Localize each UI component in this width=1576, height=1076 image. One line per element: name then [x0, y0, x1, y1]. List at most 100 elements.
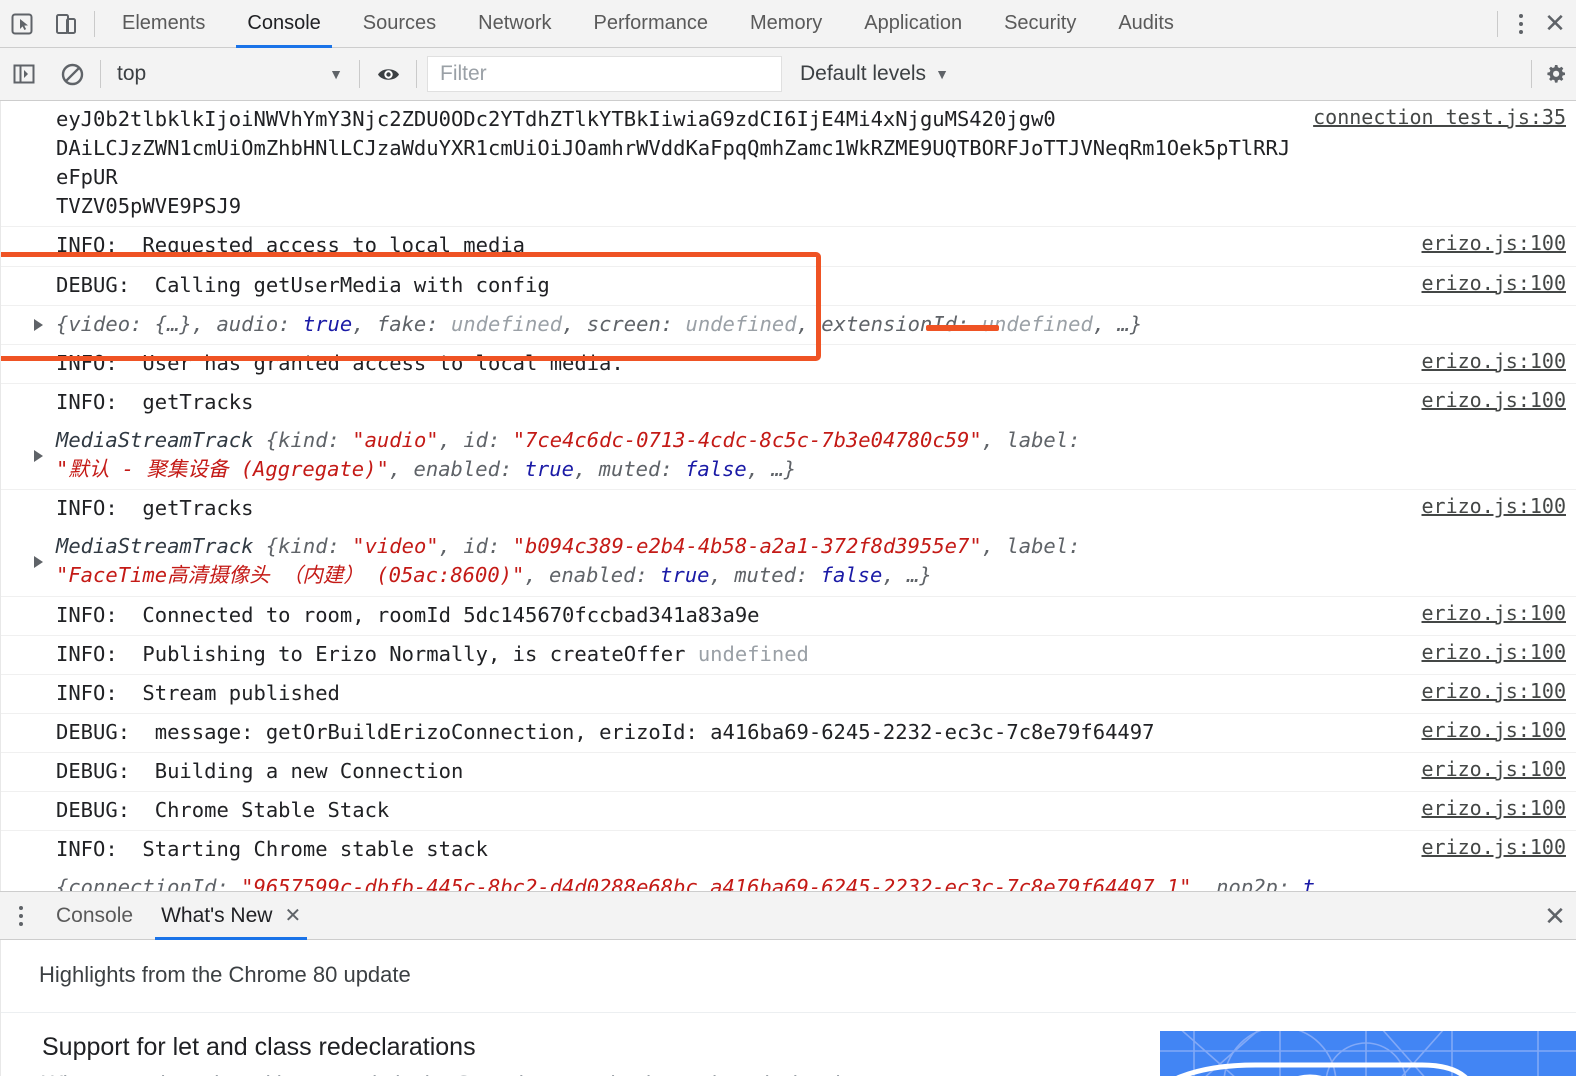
tab-application-label: Application: [864, 12, 963, 34]
message-source-link[interactable]: erizo.js:100: [1408, 640, 1576, 664]
tab-network[interactable]: Network: [457, 0, 572, 48]
console-message-row[interactable]: INFO: Publishing to Erizo Normally, is c…: [1, 636, 1576, 675]
console-message-text: INFO: Stream published: [1, 679, 1408, 708]
message-source-link[interactable]: erizo.js:100: [1408, 349, 1576, 373]
tab-elements[interactable]: Elements: [101, 0, 226, 48]
message-level: INFO:: [56, 233, 118, 258]
object-class-name: MediaStreamTrack: [56, 534, 254, 559]
console-object-row[interactable]: {video: {…}, audio: true, fake: undefine…: [1, 306, 1576, 345]
message-source-link[interactable]: erizo.js:100: [1408, 835, 1576, 859]
close-drawer-icon[interactable]: ✕: [1538, 892, 1572, 940]
message-content: User has granted access to local media.: [142, 350, 624, 375]
filter-placeholder: Filter: [440, 62, 487, 85]
tab-audits[interactable]: Audits: [1097, 0, 1195, 48]
console-message-area[interactable]: eyJ0b2tlbklkIjoiNWVhYmY3Njc2ZDU0ODc2YTdh…: [0, 101, 1576, 891]
message-content: Building a new Connection: [154, 758, 464, 783]
devtools-tabbar: Elements Console Sources Network Perform…: [0, 0, 1576, 48]
devtools-window: Elements Console Sources Network Perform…: [0, 0, 1576, 1076]
tab-performance[interactable]: Performance: [573, 0, 730, 48]
drawer-tab-console-label: Console: [56, 903, 134, 927]
tab-application[interactable]: Application: [843, 0, 983, 48]
clear-console-icon[interactable]: [48, 48, 96, 101]
console-message-row[interactable]: DEBUG: Chrome Stable Stack erizo.js:100: [1, 792, 1576, 832]
tab-console-label: Console: [247, 12, 321, 34]
gear-icon[interactable]: [1536, 48, 1576, 101]
drawer-tab-console[interactable]: Console: [42, 892, 147, 940]
tab-memory[interactable]: Memory: [729, 0, 843, 48]
expand-triangle-icon[interactable]: [34, 318, 43, 331]
log-level-selector[interactable]: Default levels ▼: [800, 62, 949, 86]
message-source-link[interactable]: erizo.js:100: [1408, 494, 1576, 518]
tab-network-label: Network: [478, 12, 552, 34]
whats-new-card[interactable]: Support for let and class redeclarations…: [1, 1012, 1576, 1076]
drawer-more-icon[interactable]: [0, 892, 42, 940]
tab-security[interactable]: Security: [983, 0, 1097, 48]
message-source-link[interactable]: erizo.js:100: [1408, 718, 1576, 742]
expand-triangle-icon[interactable]: [34, 449, 43, 462]
console-toolbar: top ▼ Filter Default levels ▼: [0, 48, 1576, 101]
message-level: INFO:: [56, 602, 118, 627]
console-message-row[interactable]: DEBUG: Building a new Connection erizo.j…: [1, 753, 1576, 793]
device-toolbar-icon[interactable]: [44, 0, 88, 48]
console-message-row[interactable]: INFO: Starting Chrome stable stack erizo…: [1, 831, 1576, 869]
console-message-text: DEBUG: Calling getUserMedia with config: [1, 271, 1408, 300]
message-undefined-value: undefined: [697, 641, 809, 666]
execution-context-selector[interactable]: top ▼: [105, 56, 355, 92]
console-message-row[interactable]: INFO: getTracks erizo.js:100: [1, 490, 1576, 528]
filter-input[interactable]: Filter: [427, 56, 782, 92]
message-level: DEBUG:: [56, 798, 131, 823]
log-level-label: Default levels: [800, 62, 927, 85]
console-message-text: eyJ0b2tlbklkIjoiNWVhYmY3Njc2ZDU0ODc2YTdh…: [1, 105, 1299, 221]
console-message-row[interactable]: INFO: Connected to room, roomId 5dc14567…: [1, 597, 1576, 636]
message-source-link[interactable]: erizo.js:100: [1408, 679, 1576, 703]
tab-console[interactable]: Console: [226, 0, 341, 48]
expand-triangle-icon[interactable]: [34, 555, 43, 568]
inspect-element-icon[interactable]: [0, 0, 44, 48]
chevron-down-icon: ▼: [329, 66, 343, 82]
more-tools-icon[interactable]: [1504, 0, 1538, 48]
console-message-row[interactable]: INFO: Requested access to local media er…: [1, 227, 1576, 267]
console-object-preview: {connectionId: "9657599c-dbfb-445c-8bc2-…: [1, 873, 1552, 891]
message-source-link[interactable]: erizo.js:100: [1408, 601, 1576, 625]
console-message-row[interactable]: DEBUG: Calling getUserMedia with config …: [1, 267, 1576, 306]
console-object-row[interactable]: MediaStreamTrack {kind: "audio", id: "7c…: [1, 422, 1576, 491]
message-source-link[interactable]: connection test.js:35: [1299, 105, 1576, 129]
message-source-link[interactable]: erizo.js:100: [1408, 231, 1576, 255]
console-message-row[interactable]: eyJ0b2tlbklkIjoiNWVhYmY3Njc2ZDU0ODc2YTdh…: [1, 101, 1576, 228]
object-class-name: MediaStreamTrack: [56, 427, 254, 452]
tab-audits-label: Audits: [1118, 12, 1174, 34]
live-expression-icon[interactable]: [364, 48, 412, 101]
tab-security-label: Security: [1004, 12, 1077, 34]
console-message-text: INFO: Requested access to local media: [1, 231, 1408, 260]
tab-memory-label: Memory: [750, 12, 823, 34]
console-message-row[interactable]: DEBUG: message: getOrBuildErizoConnectio…: [1, 714, 1576, 753]
message-source-link[interactable]: erizo.js:100: [1408, 796, 1576, 820]
message-content: Stream published: [142, 680, 340, 705]
message-source-link[interactable]: erizo.js:100: [1408, 388, 1576, 412]
toolbar-divider: [94, 10, 95, 37]
console-message-text: INFO: Connected to room, roomId 5dc14567…: [1, 601, 1408, 630]
console-message-text: INFO: Publishing to Erizo Normally, is c…: [1, 640, 1408, 669]
tabbar-right-controls: ✕: [1491, 0, 1576, 48]
drawer-tab-whats-new-label: What's New: [161, 903, 273, 927]
console-object-row[interactable]: MediaStreamTrack {kind: "video", id: "b0…: [1, 528, 1576, 597]
jwt-line-2: DAiLCJzZWN1cmUiOmZhbHNlLCJzaWduYXR1cmUiO…: [56, 136, 1291, 190]
console-message-row[interactable]: INFO: Stream published erizo.js:100: [1, 675, 1576, 714]
console-message-text: DEBUG: Building a new Connection: [1, 757, 1408, 786]
drawer-tab-whats-new[interactable]: What's New ✕: [147, 892, 315, 940]
message-source-link[interactable]: erizo.js:100: [1408, 271, 1576, 295]
message-content: Chrome Stable Stack: [154, 798, 390, 823]
console-object-row[interactable]: {connectionId: "9657599c-dbfb-445c-8bc2-…: [1, 869, 1576, 891]
jwt-line-1: eyJ0b2tlbklkIjoiNWVhYmY3Njc2ZDU0ODc2YTdh…: [56, 107, 1056, 131]
close-devtools-icon[interactable]: ✕: [1538, 0, 1572, 48]
message-source-link[interactable]: erizo.js:100: [1408, 757, 1576, 781]
console-message-row[interactable]: INFO: getTracks erizo.js:100: [1, 384, 1576, 422]
close-drawer-glyph: ✕: [1544, 900, 1566, 931]
console-message-row[interactable]: INFO: User has granted access to local m…: [1, 345, 1576, 384]
console-sidebar-icon[interactable]: [0, 48, 48, 101]
tab-sources[interactable]: Sources: [342, 0, 457, 48]
object-preview-text: MediaStreamTrack {kind: "video", id: "b0…: [56, 534, 1081, 588]
object-preview-text: {connectionId: "9657599c-dbfb-445c-8bc2-…: [56, 875, 1315, 891]
message-level: INFO:: [56, 350, 118, 375]
close-icon[interactable]: ✕: [284, 903, 301, 928]
